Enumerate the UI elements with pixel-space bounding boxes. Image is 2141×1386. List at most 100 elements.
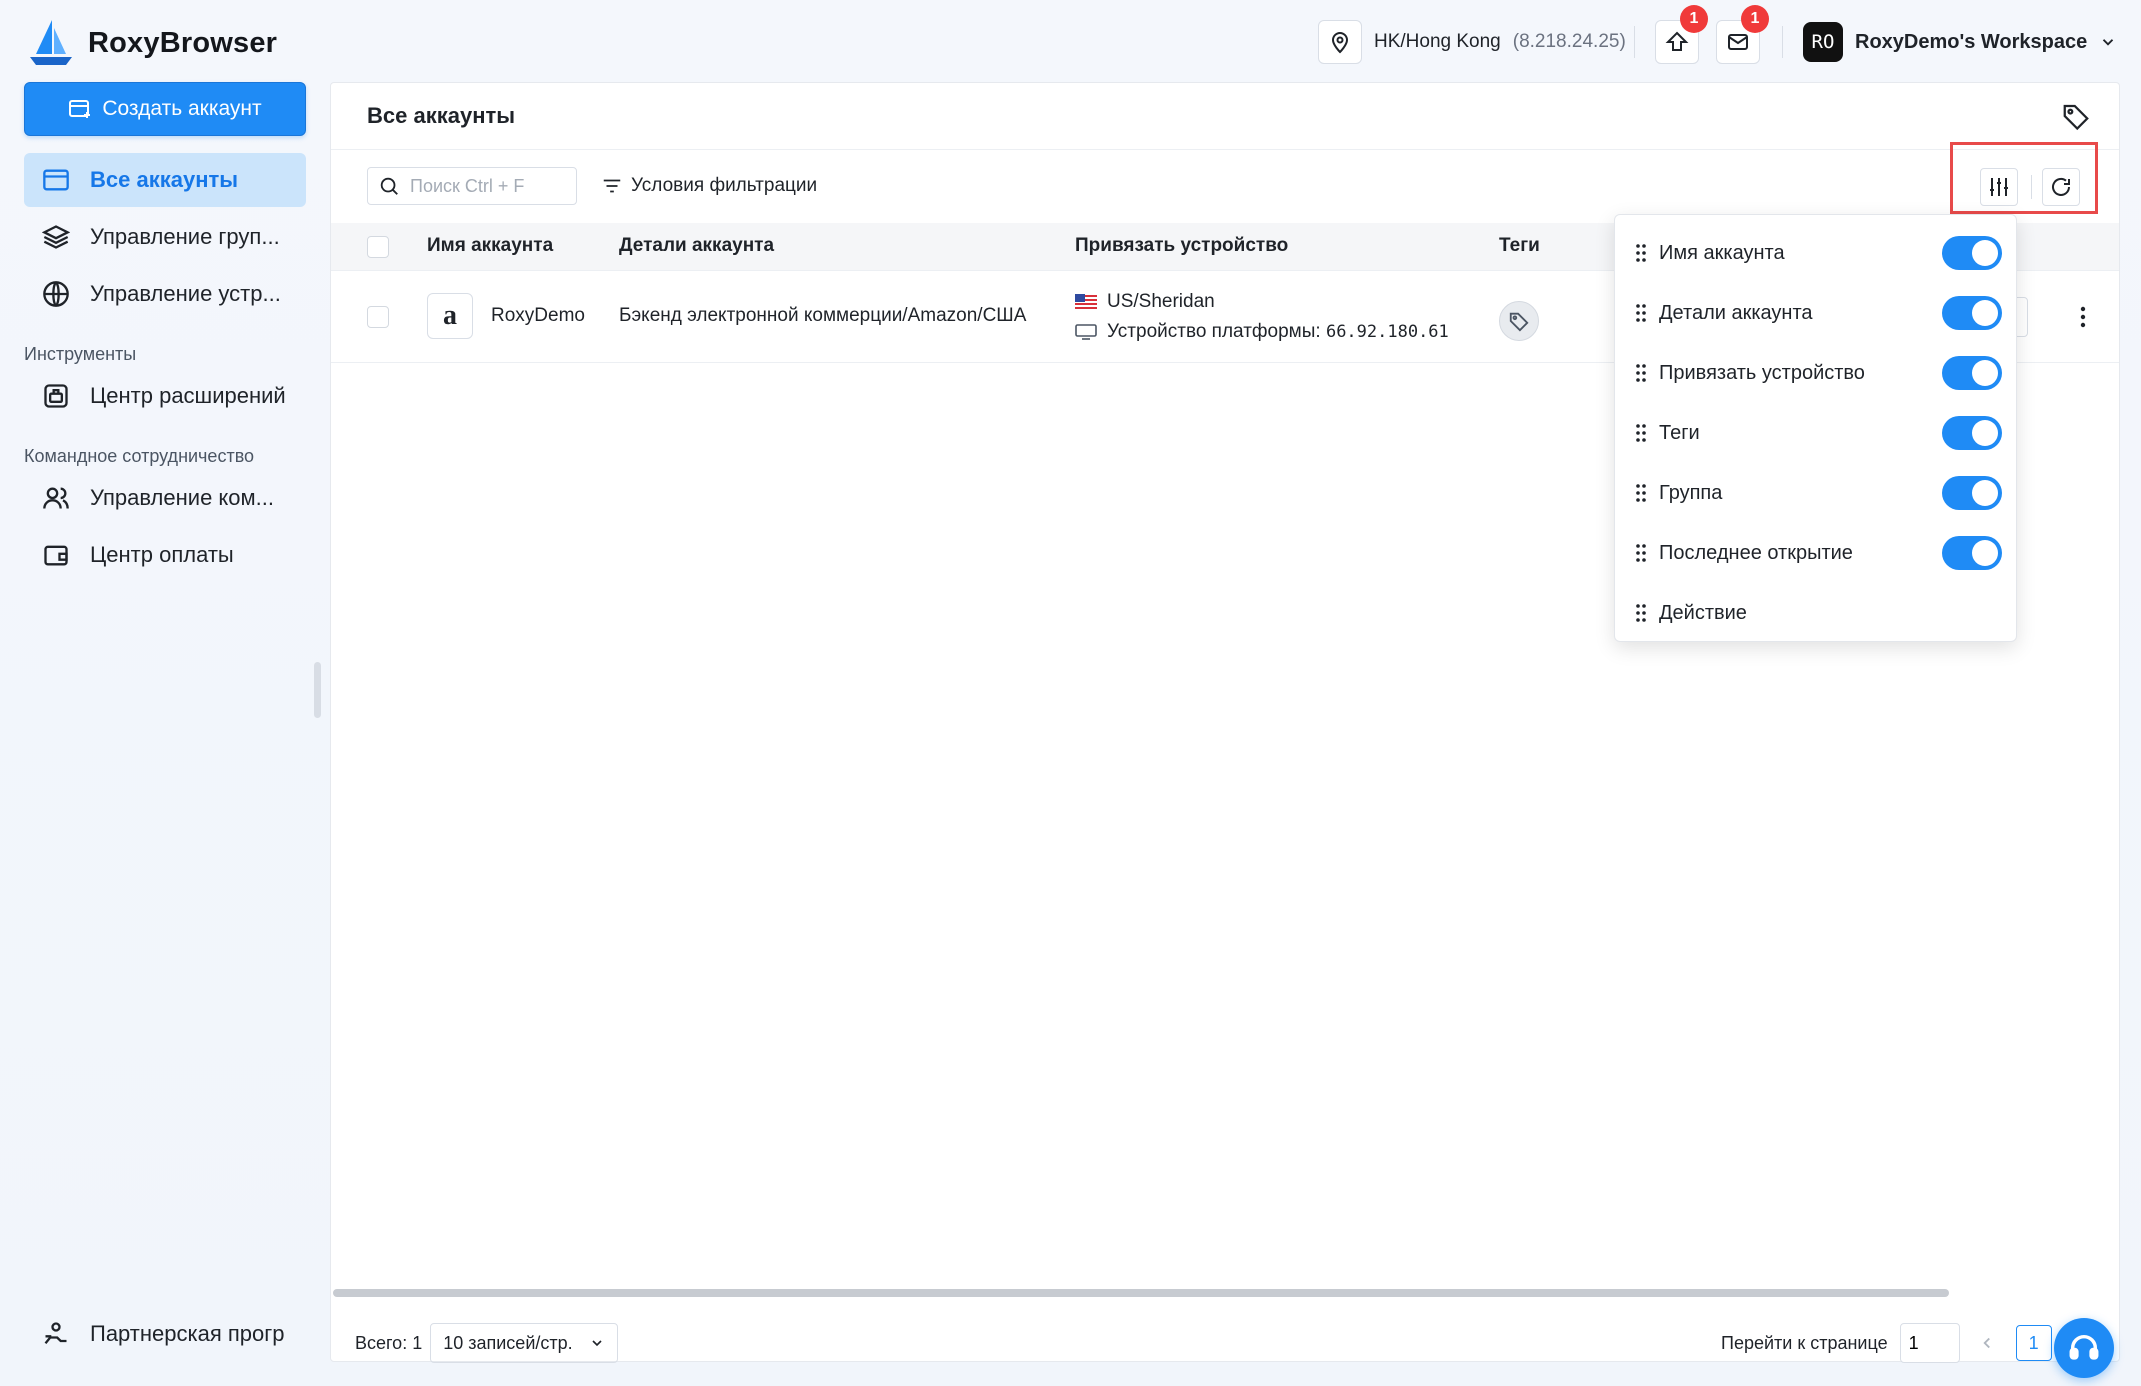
select-all-checkbox[interactable] <box>367 236 389 258</box>
pagination-goto: Перейти к странице 1 <box>1721 1323 2052 1363</box>
sidebar-item-groups[interactable]: Управление груп... <box>24 210 306 264</box>
device-label: Устройство платформы: <box>1107 321 1321 342</box>
users-icon <box>43 487 69 509</box>
topbar-divider <box>1782 26 1783 58</box>
sidebar-item-devices[interactable]: Управление устр... <box>24 267 306 321</box>
upload-badge: 1 <box>1680 5 1708 33</box>
sidebar-item-label: Управление устр... <box>90 281 281 306</box>
window-icon <box>43 169 69 191</box>
column-toggle-label: Действие <box>1659 601 1747 624</box>
sidebar-item-label: Центр оплаты <box>90 542 234 567</box>
sidebar-item-extensions[interactable]: Центр расширений <box>24 369 306 423</box>
proxy-location[interactable]: HK/Hong Kong (8.218.24.25) <box>1318 20 1626 64</box>
location-ip: (8.218.24.25) <box>1512 31 1626 52</box>
chevron-down-icon <box>592 1340 602 1347</box>
search-box[interactable] <box>367 167 577 205</box>
device-location-text: US/Sheridan <box>1107 291 1215 312</box>
create-account-button[interactable]: Создать аккаунт <box>24 82 306 136</box>
column-settings-button[interactable] <box>1980 168 2018 206</box>
drag-handle-icon[interactable] <box>1635 363 1647 383</box>
amazon-logo-icon: a <box>427 293 473 339</box>
column-header[interactable]: Теги <box>1499 235 1540 257</box>
sidebar-item-partner[interactable]: Партнерская прогр <box>24 1307 306 1361</box>
tag-icon[interactable] <box>2061 101 2091 131</box>
column-toggle-item[interactable]: Имя аккаунта <box>1635 231 2002 275</box>
horizontal-scrollbar[interactable] <box>333 1289 1949 1297</box>
column-toggle-item[interactable]: Привязать устройство <box>1635 351 2002 395</box>
workspace-avatar: RO <box>1803 22 1843 62</box>
account-name[interactable]: RoxyDemo <box>491 305 585 327</box>
mail-icon <box>1728 34 1748 50</box>
column-settings-popover: Имя аккаунта Детали аккаунта Привязать уст… <box>1614 214 2017 642</box>
app-name: RoxyBrowser <box>88 26 278 59</box>
column-header[interactable]: Привязать устройство <box>1075 235 1288 257</box>
messages-button[interactable]: 1 <box>1716 5 1769 64</box>
upload-button[interactable]: 1 <box>1655 5 1708 64</box>
device-platform: Устройство платформы: 66.92.180.61 <box>1075 321 1449 343</box>
column-toggle-item[interactable]: Детали аккаунта <box>1635 291 2002 335</box>
drag-handle-icon[interactable] <box>1635 483 1647 503</box>
refresh-icon <box>2052 177 2070 196</box>
filter-conditions-button[interactable]: Условия фильтрации <box>601 167 817 205</box>
tag-icon <box>1509 312 1529 332</box>
topbar-divider <box>1634 26 1635 58</box>
goto-label: Перейти к странице <box>1721 1332 1888 1353</box>
add-window-icon <box>69 100 91 118</box>
more-vertical-icon[interactable] <box>2079 305 2087 329</box>
location-text: HK/Hong Kong <box>1374 31 1501 52</box>
sidebar-item-label: Управление ком... <box>90 485 274 510</box>
chevron-left-icon[interactable] <box>1978 1334 1996 1352</box>
page-size-select[interactable]: 10 записей/стр. <box>430 1323 619 1363</box>
sidebar-scrollbar[interactable] <box>314 662 321 718</box>
support-button[interactable] <box>2054 1318 2114 1378</box>
column-visibility-toggle[interactable] <box>1942 476 2002 510</box>
location-pin-box <box>1318 20 1362 64</box>
column-visibility-toggle[interactable] <box>1942 296 2002 330</box>
pagination-total: Всего: 1 10 записей/стр. <box>355 1323 619 1363</box>
device-ip: 66.92.180.61 <box>1325 322 1449 342</box>
location-pin-icon <box>1331 32 1349 54</box>
filter-label: Условия фильтрации <box>631 175 818 196</box>
create-account-label: Создать аккаунт <box>102 97 262 120</box>
column-toggle-label: Детали аккаунта <box>1659 301 1813 324</box>
sidebar-item-label: Управление груп... <box>90 224 280 249</box>
add-tag-button[interactable] <box>1499 301 1539 341</box>
column-toggle-item[interactable]: Действие <box>1635 591 2002 635</box>
column-toggle-label: Последнее открытие <box>1659 541 1853 564</box>
drag-handle-icon[interactable] <box>1635 423 1647 443</box>
workspace-switcher[interactable]: RO RoxyDemo's Workspace <box>1803 20 2117 64</box>
sidebar-item-team[interactable]: Управление ком... <box>24 471 306 525</box>
divider <box>331 149 2119 150</box>
column-toggle-item[interactable]: Последнее открытие <box>1635 531 2002 575</box>
drag-handle-icon[interactable] <box>1635 603 1647 623</box>
goto-page-input[interactable] <box>1899 1323 1960 1363</box>
column-visibility-toggle[interactable] <box>1942 416 2002 450</box>
column-visibility-toggle[interactable] <box>1942 536 2002 570</box>
drag-handle-icon[interactable] <box>1635 243 1647 263</box>
globe-icon <box>43 281 69 307</box>
column-visibility-toggle[interactable] <box>1942 236 2002 270</box>
page-size-value: 10 записей/стр. <box>443 1332 573 1353</box>
column-visibility-toggle[interactable] <box>1942 356 2002 390</box>
search-input[interactable] <box>410 175 570 197</box>
row-checkbox[interactable] <box>367 306 389 328</box>
drag-handle-icon[interactable] <box>1635 303 1647 323</box>
section-tools-heading: Инструменты <box>24 344 137 364</box>
sidebar-item-all-accounts[interactable]: Все аккаунты <box>24 153 306 207</box>
layers-icon <box>42 225 70 249</box>
sidebar-item-payments[interactable]: Центр оплаты <box>24 528 306 582</box>
messages-badge: 1 <box>1741 5 1769 33</box>
monitor-icon <box>1075 324 1097 340</box>
column-toggle-item[interactable]: Теги <box>1635 411 2002 455</box>
drag-handle-icon[interactable] <box>1635 543 1647 563</box>
chevron-down-icon <box>2103 39 2114 46</box>
column-toggle-item[interactable]: Группа <box>1635 471 2002 515</box>
wallet-icon <box>44 545 68 566</box>
column-header[interactable]: Детали аккаунта <box>619 235 774 257</box>
sidebar-item-label: Партнерская прогр <box>90 1321 285 1346</box>
page-number-button[interactable]: 1 <box>2015 1325 2052 1361</box>
refresh-button[interactable] <box>2042 168 2080 206</box>
app-logo[interactable]: RoxyBrowser <box>28 18 277 68</box>
column-header[interactable]: Имя аккаунта <box>427 235 553 257</box>
device-location: US/Sheridan <box>1075 291 1215 313</box>
